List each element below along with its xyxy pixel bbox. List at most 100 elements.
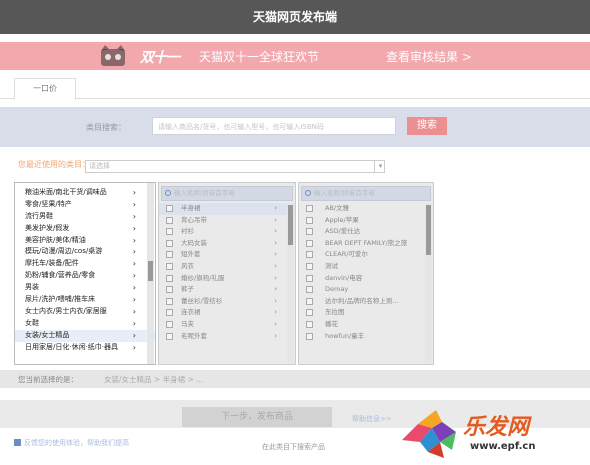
recent-category-select[interactable]: 请选择 bbox=[85, 160, 385, 173]
check-review-link[interactable]: 查看审核结果 > bbox=[386, 48, 472, 65]
level1-scrollbar[interactable] bbox=[147, 183, 154, 364]
feedback-link[interactable]: 反馈您的使用体验，帮助我们提高 bbox=[24, 438, 129, 448]
chevron-down-icon[interactable]: ▾ bbox=[374, 160, 386, 173]
category-icon bbox=[166, 274, 173, 282]
level1-scroll-thumb[interactable] bbox=[148, 261, 153, 281]
level1-item[interactable]: 奶粉/辅食/营养品/零食 › bbox=[15, 270, 155, 282]
category-level2-list[interactable]: 输入名称/拼音首字母 半身裙 › 背心吊带 › 衬衫 › 大码女装 › 短外套 › 风衣 › 婚纱/旗袍… bbox=[158, 182, 296, 365]
level1-item[interactable]: 摩托车/装备/配件 › bbox=[15, 258, 155, 270]
level2-item[interactable]: 背心吊带 › bbox=[159, 215, 295, 227]
level2-search-input[interactable]: 输入名称/拼音首字母 bbox=[161, 186, 293, 201]
watermark-text: 乐发网 bbox=[463, 414, 530, 440]
category-icon bbox=[166, 332, 173, 340]
brand-icon bbox=[306, 309, 313, 317]
level3-search-input[interactable]: 输入名称/拼音首字母 bbox=[301, 186, 431, 201]
category-search-input[interactable]: 请输入商品名/货号，也可输入型号，也可输入ISBN码 bbox=[152, 117, 396, 135]
level3-item[interactable]: 测试 bbox=[299, 261, 433, 273]
category-icon bbox=[166, 297, 173, 305]
level2-item-label: 马夹 bbox=[181, 319, 194, 328]
category-level3-list[interactable]: 输入名称/拼音首字母 AB/文雅 Apple/苹果 ASD/爱仕达 BEAR DEPT… bbox=[298, 182, 434, 365]
level2-item[interactable]: 马夹 › bbox=[159, 319, 295, 331]
level2-item-label: 衬衫 bbox=[181, 227, 194, 236]
level1-item[interactable]: 流行男鞋 › bbox=[15, 211, 155, 223]
level3-scrollbar[interactable] bbox=[425, 203, 432, 363]
level1-item[interactable]: 美发护发/假发 › bbox=[15, 223, 155, 235]
feedback-icon bbox=[14, 439, 21, 446]
level1-item[interactable]: 女鞋 › bbox=[15, 318, 155, 330]
level3-item-label: 测试 bbox=[325, 261, 338, 270]
chevron-right-icon: › bbox=[132, 188, 136, 197]
level3-item-label: AB/文雅 bbox=[325, 204, 350, 212]
chevron-right-icon: › bbox=[274, 285, 277, 294]
level2-scrollbar[interactable] bbox=[287, 203, 294, 363]
category-level1-list[interactable]: 粮油米面/南北干货/调味品 › 零食/坚果/特产 › 流行男鞋 › 美发护发/假发 › 美容护肤… bbox=[14, 182, 156, 365]
category-icon bbox=[166, 320, 173, 328]
chevron-right-icon: › bbox=[132, 271, 136, 281]
search-button[interactable]: 搜索 bbox=[407, 117, 447, 135]
level3-item-label: 播花 bbox=[325, 319, 338, 328]
level1-item[interactable]: 粮油米面/南北干货/调味品 › bbox=[15, 187, 155, 199]
level3-item[interactable]: Apple/苹果 bbox=[299, 215, 433, 227]
level3-item[interactable]: AB/文雅 bbox=[299, 203, 433, 215]
level3-item[interactable]: Demay bbox=[299, 284, 433, 296]
next-step-button[interactable]: 下一步，发布商品 bbox=[182, 407, 332, 427]
search-icon bbox=[305, 190, 311, 196]
level2-item[interactable]: 短外套 › bbox=[159, 249, 295, 261]
level1-item-label: 女鞋 bbox=[25, 318, 39, 327]
level1-item[interactable]: 零食/坚果/特产 › bbox=[15, 199, 155, 211]
level3-search-placeholder: 输入名称/拼音首字母 bbox=[314, 189, 375, 197]
tab-fixed-price[interactable]: 一口价 bbox=[14, 78, 76, 100]
brand-icon bbox=[306, 205, 313, 212]
level2-item[interactable]: 大码女装 › bbox=[159, 238, 295, 250]
category-icon bbox=[166, 239, 173, 247]
level2-item[interactable]: 衬衫 › bbox=[159, 226, 295, 238]
chevron-right-icon: › bbox=[132, 330, 136, 340]
recent-category-label: 您最近使用的类目： bbox=[18, 160, 90, 169]
level2-item[interactable]: 连衣裙 › bbox=[159, 307, 295, 319]
level1-item[interactable]: 日用家居/日化·休闲·纸巾·器具 › bbox=[15, 342, 155, 354]
level2-item[interactable]: 毛呢外套 › bbox=[159, 331, 295, 343]
level3-item-label: ASD/爱仕达 bbox=[325, 227, 361, 236]
level3-item[interactable]: ASD/爱仕达 bbox=[299, 226, 433, 238]
level1-item[interactable]: 尿片/洗护/喂哺/推车床 › bbox=[15, 294, 155, 306]
level2-item[interactable]: 半身裙 › bbox=[159, 203, 295, 215]
level1-item[interactable]: 模玩/动漫/周边/cos/桌游 › bbox=[15, 246, 155, 258]
level3-item[interactable]: howfun/童丰 bbox=[299, 331, 433, 343]
chevron-right-icon: › bbox=[132, 223, 136, 233]
level2-scroll-thumb[interactable] bbox=[288, 205, 293, 245]
level1-item[interactable]: 女士内衣/男士内衣/家居服 › bbox=[15, 306, 155, 318]
level3-item[interactable]: 达尔利/品牌的名称上测... bbox=[299, 296, 433, 308]
level3-item[interactable]: CLEAR/可爱尔 bbox=[299, 249, 433, 261]
level3-scroll-thumb[interactable] bbox=[426, 205, 431, 255]
level3-item[interactable]: 播花 bbox=[299, 319, 433, 331]
level1-item-label: 男装 bbox=[25, 283, 39, 292]
level1-item-label: 流行男鞋 bbox=[25, 211, 53, 220]
chevron-right-icon: › bbox=[274, 273, 277, 282]
category-icon bbox=[166, 286, 173, 294]
brand-icon bbox=[306, 286, 313, 294]
window-title: 天猫网页发布端 bbox=[0, 0, 590, 34]
level2-item[interactable]: 婚纱/旗袍/礼服 › bbox=[159, 273, 295, 285]
level1-item[interactable]: 男装 › bbox=[15, 282, 155, 294]
category-icon bbox=[166, 309, 173, 317]
chevron-right-icon: › bbox=[274, 308, 277, 317]
chevron-right-icon: › bbox=[274, 261, 277, 270]
level3-item[interactable]: BEAR DEPT FAMILY/熊之旅 bbox=[299, 238, 433, 250]
level2-item[interactable]: 风衣 › bbox=[159, 261, 295, 273]
help-link[interactable]: 帮助信息>> bbox=[352, 414, 392, 424]
chevron-right-icon: › bbox=[274, 227, 277, 236]
chevron-right-icon: › bbox=[274, 250, 277, 259]
level1-item[interactable]: 美容护肤/美体/精油 › bbox=[15, 235, 155, 247]
category-icon bbox=[166, 262, 173, 270]
search-products-link[interactable]: 在此类目下搜索产品 bbox=[262, 442, 325, 452]
chevron-right-icon: › bbox=[132, 211, 136, 221]
level1-item[interactable]: 女装/女士精品 › bbox=[15, 329, 155, 342]
brand-icon bbox=[306, 251, 313, 259]
level1-item-label: 日用家居/日化·休闲·纸巾·器具 bbox=[25, 342, 119, 351]
level2-item[interactable]: 裤子 › bbox=[159, 284, 295, 296]
level2-item-label: 裤子 bbox=[181, 285, 194, 294]
brand-icon bbox=[306, 262, 313, 270]
level2-item[interactable]: 蕾丝衫/雪纺衫 › bbox=[159, 296, 295, 308]
level3-item[interactable]: danvin/电容 bbox=[299, 273, 433, 285]
level3-item[interactable]: 东拉图 bbox=[299, 307, 433, 319]
